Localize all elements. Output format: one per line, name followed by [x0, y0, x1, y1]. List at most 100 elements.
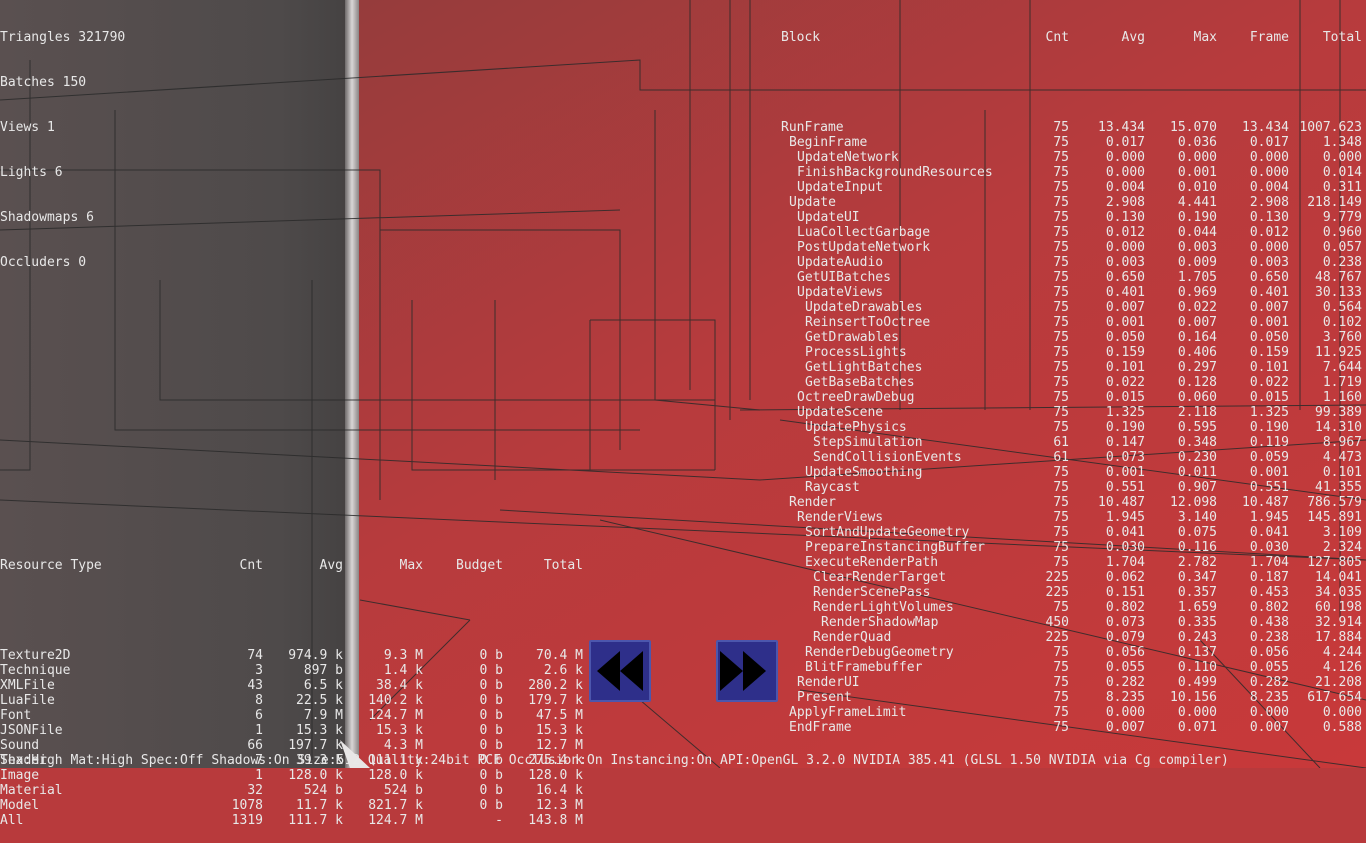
resource-max-value: 524 b	[383, 783, 423, 798]
profiler-avg-value: 0.041	[1105, 525, 1145, 540]
resource-type-name: Image	[0, 768, 40, 783]
resource-max-value: 1.4 k	[383, 663, 423, 678]
profiler-frame-value: 0.022	[1249, 375, 1289, 390]
profiler-row: Update 75 2.908 4.441 2.908 218.149	[781, 195, 1366, 210]
profiler-row: FinishBackgroundResources 75 0.000 0.001 0.0…	[781, 165, 1366, 180]
profiler-row: UpdateDrawables 75 0.007 0.022 0.007 0.564	[781, 300, 1366, 315]
profiler-row: BeginFrame 75 0.017 0.036 0.017 1.348	[781, 135, 1366, 150]
resource-max-value: 124.7 M	[368, 708, 423, 723]
resource-cnt-value: 1	[255, 723, 263, 738]
profiler-frame-value: 0.000	[1249, 240, 1289, 255]
profiler-cnt-value: 75	[1053, 645, 1069, 660]
profiler-max-value: 0.190	[1177, 210, 1217, 225]
profiler-frame-value: 2.908	[1249, 195, 1289, 210]
profiler-block-name: ReinsertToOctree	[805, 315, 931, 330]
profiler-cnt-value: 225	[1045, 630, 1069, 645]
profiler-cnt-value: 61	[1053, 450, 1069, 465]
resource-avg-value: 6.5 k	[303, 678, 343, 693]
profiler-frame-value: 0.056	[1249, 645, 1289, 660]
profiler-avg-value: 0.000	[1105, 240, 1145, 255]
profiler-frame-value: 0.001	[1249, 315, 1289, 330]
profiler-frame-value: 0.059	[1249, 450, 1289, 465]
profiler-total-value: 4.473	[1322, 450, 1362, 465]
profiler-cnt-value: 75	[1053, 180, 1069, 195]
profiler-block-name: RenderViews	[797, 510, 884, 525]
resource-type-name: Technique	[0, 663, 71, 678]
profiler-block-name: OctreeDrawDebug	[797, 390, 915, 405]
profiler-cnt-value: 75	[1053, 525, 1069, 540]
profiler-frame-value: 0.551	[1249, 480, 1289, 495]
profiler-total-value: 0.102	[1322, 315, 1362, 330]
profiler-max-value: 3.140	[1177, 510, 1217, 525]
profiler-row: UpdateAudio 75 0.003 0.009 0.003 0.238	[781, 255, 1366, 270]
profiler-max-value: 12.098	[1170, 495, 1217, 510]
profiler-max-value: 0.348	[1177, 435, 1217, 450]
resource-total-value: 15.3 k	[536, 723, 583, 738]
resource-total-value: 47.5 M	[536, 708, 583, 723]
profiler-avg-value: 0.003	[1105, 255, 1145, 270]
profiler-header-cnt: Cnt	[1045, 30, 1069, 45]
profiler-row: OctreeDrawDebug 75 0.015 0.060 0.015 1.160	[781, 390, 1366, 405]
profiler-avg-value: 0.190	[1105, 420, 1145, 435]
profiler-row: RenderShadowMap 450 0.073 0.335 0.438 32.914	[781, 615, 1366, 630]
profiler-total-value: 1.719	[1322, 375, 1362, 390]
profiler-frame-value: 0.130	[1249, 210, 1289, 225]
profiler-block-name: UpdateAudio	[797, 255, 884, 270]
profiler-cnt-value: 75	[1053, 405, 1069, 420]
profiler-cnt-value: 75	[1053, 720, 1069, 735]
resource-cnt-value: 43	[247, 678, 263, 693]
profiler-avg-value: 0.017	[1105, 135, 1145, 150]
resource-avg-value: 111.7 k	[288, 813, 343, 828]
profiler-row: UpdateViews 75 0.401 0.969 0.401 30.133	[781, 285, 1366, 300]
next-sample-button[interactable]	[716, 640, 778, 702]
profiler-row: RunFrame 75 13.434 15.070 13.434 1007.623	[781, 120, 1366, 135]
resource-cnt-value: 66	[247, 738, 263, 753]
resource-budget-value: 0 b	[479, 678, 503, 693]
profiler-cnt-value: 75	[1053, 210, 1069, 225]
previous-sample-button[interactable]	[589, 640, 651, 702]
profiler-max-value: 0.007	[1177, 315, 1217, 330]
profiler-total-value: 786.579	[1307, 495, 1362, 510]
profiler-avg-value: 0.062	[1105, 570, 1145, 585]
profiler-max-value: 0.230	[1177, 450, 1217, 465]
profiler-block-name: SendCollisionEvents	[813, 450, 962, 465]
profiler-cnt-value: 225	[1045, 585, 1069, 600]
profiler-row: GetLightBatches 75 0.101 0.297 0.101 7.644	[781, 360, 1366, 375]
profiler-avg-value: 0.101	[1105, 360, 1145, 375]
resource-total-value: 12.7 M	[536, 738, 583, 753]
profiler-total-value: 0.564	[1322, 300, 1362, 315]
profiler-frame-value: 0.453	[1249, 585, 1289, 600]
profiler-frame-value: 13.434	[1242, 120, 1289, 135]
profiler-max-value: 0.000	[1177, 705, 1217, 720]
profiler-frame-value: 0.190	[1249, 420, 1289, 435]
profiler-frame-value: 0.159	[1249, 345, 1289, 360]
profiler-frame-value: 0.802	[1249, 600, 1289, 615]
resource-row: Sound 66 197.7 k 4.3 M 0 b 12.7 M	[0, 738, 590, 753]
profiler-frame-value: 0.041	[1249, 525, 1289, 540]
profiler-row: GetDrawables 75 0.050 0.164 0.050 3.760	[781, 330, 1366, 345]
profiler-block-name: EndFrame	[789, 720, 852, 735]
profiler-max-value: 0.011	[1177, 465, 1217, 480]
profiler-cnt-value: 61	[1053, 435, 1069, 450]
profiler-row: RenderScenePass 225 0.151 0.357 0.453 34.035	[781, 585, 1366, 600]
profiler-row: UpdatePhysics 75 0.190 0.595 0.190 14.310	[781, 420, 1366, 435]
resource-cnt-value: 8	[255, 693, 263, 708]
profiler-row: GetUIBatches 75 0.650 1.705 0.650 48.767	[781, 270, 1366, 285]
render-stats-panel: Triangles 321790 Batches 150 Views 1 Lig…	[0, 0, 125, 285]
profiler-avg-value: 0.004	[1105, 180, 1145, 195]
profiler-frame-value: 0.007	[1249, 720, 1289, 735]
profiler-frame-value: 0.055	[1249, 660, 1289, 675]
profiler-cnt-value: 75	[1053, 225, 1069, 240]
resource-cnt-value: 1078	[231, 798, 263, 813]
profiler-frame-value: 0.187	[1249, 570, 1289, 585]
profiler-row: ExecuteRenderPath 75 1.704 2.782 1.704 127.80…	[781, 555, 1366, 570]
profiler-avg-value: 2.908	[1105, 195, 1145, 210]
profiler-frame-value: 0.119	[1249, 435, 1289, 450]
resource-avg-value: 197.7 k	[288, 738, 343, 753]
resource-max-value: 9.3 M	[383, 648, 423, 663]
profiler-total-value: 30.133	[1315, 285, 1362, 300]
profiler-block-name: BlitFramebuffer	[805, 660, 923, 675]
profiler-total-value: 0.960	[1322, 225, 1362, 240]
resource-max-value: 38.4 k	[376, 678, 423, 693]
profiler-max-value: 0.036	[1177, 135, 1217, 150]
